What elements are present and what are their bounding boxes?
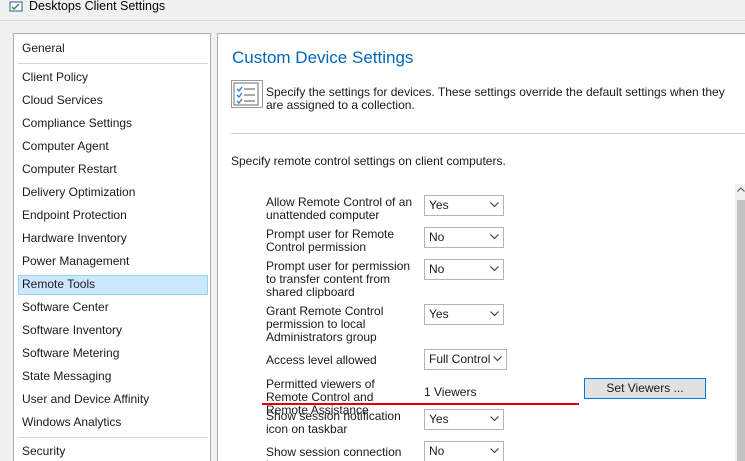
chevron-down-icon (490, 234, 499, 240)
select-value: No (429, 262, 445, 276)
select-value: No (429, 230, 445, 244)
select-value: Yes (429, 307, 449, 321)
nav-item-remote-tools[interactable]: Remote Tools (18, 275, 208, 295)
connection-bar-select[interactable]: No (424, 441, 504, 461)
allow-remote-control-select[interactable]: Yes (424, 195, 504, 216)
setting-label-prompt-clipboard: Prompt user for permission to transfer c… (266, 259, 411, 299)
setting-label-notification-icon: Show session notification icon on taskba… (266, 409, 401, 436)
scrollbar-thumb[interactable] (737, 200, 745, 461)
access-level-select[interactable]: Full Control (424, 349, 507, 370)
nav-item-user-device-affinity[interactable]: User and Device Affinity (18, 390, 208, 410)
setting-label-access-level: Access level allowed (266, 353, 377, 367)
nav-item-computer-restart[interactable]: Computer Restart (18, 160, 208, 180)
select-value: Yes (429, 198, 449, 212)
title-bar: Desktops Client Settings (0, 0, 745, 18)
chevron-down-icon (490, 448, 499, 454)
nav-item-security[interactable]: Security (18, 442, 208, 461)
page-description: Specify the settings for devices. These … (266, 85, 725, 112)
chevron-down-icon (490, 416, 499, 422)
nav-item-endpoint-protection[interactable]: Endpoint Protection (18, 206, 208, 226)
chevron-down-icon (490, 202, 499, 208)
title-divider (0, 20, 745, 21)
select-value: Yes (429, 412, 449, 426)
setting-label-connection-bar: Show session connection bar (266, 445, 402, 461)
settings-panel: Custom Device Settings Specify the setti… (217, 33, 745, 461)
nav-item-windows-analytics[interactable]: Windows Analytics (18, 413, 208, 433)
settings-window-icon (9, 1, 23, 12)
viewers-count: 1 Viewers (424, 385, 477, 399)
nav-item-compliance-settings[interactable]: Compliance Settings (18, 114, 208, 134)
page-title: Custom Device Settings (232, 48, 414, 67)
chevron-down-icon (490, 266, 499, 272)
setting-label-grant-admins: Grant Remote Control permission to local… (266, 304, 384, 344)
settings-nav-list: General Client Policy Cloud Services Com… (13, 33, 211, 461)
highlight-underline (262, 403, 579, 405)
chevron-down-icon (490, 311, 499, 317)
prompt-clipboard-select[interactable]: No (424, 259, 504, 280)
nav-item-general[interactable]: General (18, 39, 208, 59)
window-title: Desktops Client Settings (29, 0, 166, 13)
notification-icon-select[interactable]: Yes (424, 409, 504, 430)
nav-item-state-messaging[interactable]: State Messaging (18, 367, 208, 387)
settings-list-icon (231, 80, 263, 108)
nav-divider (18, 437, 208, 438)
chevron-down-icon (493, 356, 502, 362)
select-value: Full Control (429, 352, 491, 366)
nav-item-client-policy[interactable]: Client Policy (18, 68, 208, 88)
grant-admins-select[interactable]: Yes (424, 304, 504, 325)
scroll-up-arrow-icon[interactable] (737, 187, 745, 192)
section-divider (231, 133, 745, 134)
nav-item-software-center[interactable]: Software Center (18, 298, 208, 318)
nav-item-cloud-services[interactable]: Cloud Services (18, 91, 208, 111)
nav-divider (18, 63, 208, 64)
prompt-remote-control-select[interactable]: No (424, 227, 504, 248)
setting-label-prompt-remote-control: Prompt user for Remote Control permissio… (266, 227, 395, 254)
select-value: No (429, 444, 445, 458)
vertical-scrollbar[interactable] (735, 184, 745, 461)
section-subheading: Specify remote control settings on clien… (231, 154, 506, 168)
nav-item-software-inventory[interactable]: Software Inventory (18, 321, 208, 341)
nav-item-computer-agent[interactable]: Computer Agent (18, 137, 208, 157)
setting-label-allow-remote-control: Allow Remote Control of an unattended co… (266, 195, 413, 222)
nav-item-power-management[interactable]: Power Management (18, 252, 208, 272)
nav-item-software-metering[interactable]: Software Metering (18, 344, 208, 364)
set-viewers-button[interactable]: Set Viewers ... (584, 378, 706, 399)
nav-item-hardware-inventory[interactable]: Hardware Inventory (18, 229, 208, 249)
nav-item-delivery-optimization[interactable]: Delivery Optimization (18, 183, 208, 203)
